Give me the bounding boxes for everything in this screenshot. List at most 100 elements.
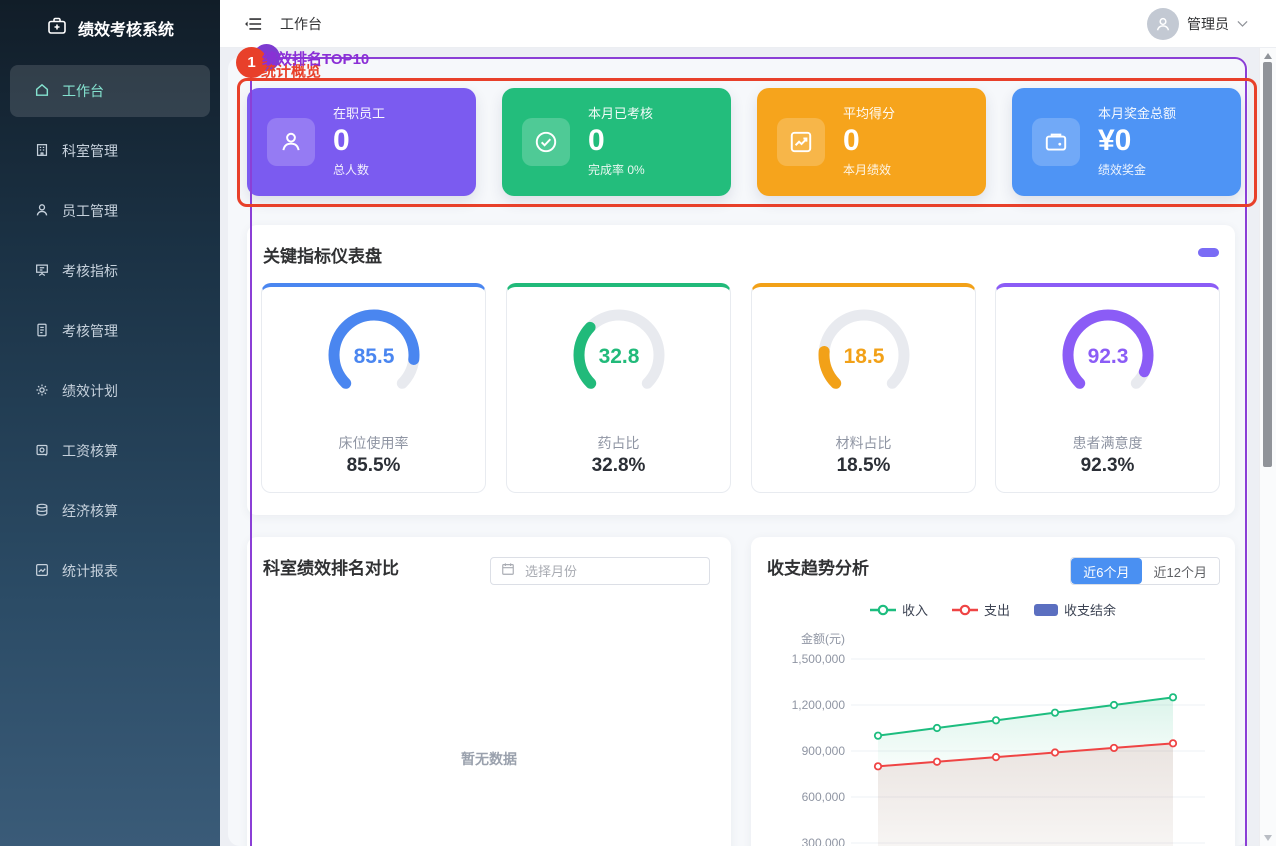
chevron-down-icon (1237, 15, 1248, 33)
stat-title: 平均得分 (843, 103, 978, 122)
calendar-icon (501, 562, 515, 581)
sidebar-item-label: 绩效计划 (62, 381, 118, 401)
stat-title: 在职员工 (333, 103, 468, 122)
stat-card-bonus: 本月奖金总额 ¥0 绩效奖金 (1012, 88, 1241, 196)
gear-icon (34, 382, 50, 401)
stat-title: 本月已考核 (588, 103, 723, 122)
building-icon (34, 142, 50, 161)
stat-value: 0 (588, 125, 723, 157)
app-logo: 绩效考核系统 (0, 0, 220, 56)
range-6-months-button[interactable]: 近6个月 (1071, 558, 1141, 584)
user-menu[interactable]: 管理员 (1147, 8, 1248, 40)
empty-state-text: 暂无数据 (247, 749, 731, 769)
sidebar-item-label: 考核管理 (62, 321, 118, 341)
svg-text:900,000: 900,000 (802, 744, 846, 758)
gauge-percent: 92.3% (996, 455, 1219, 477)
legend-label: 收入 (902, 600, 928, 619)
gauge-card-bed-usage: 85.5 床位使用率 85.5% (261, 283, 486, 493)
legend-item[interactable]: 收支结余 (1034, 600, 1116, 619)
stat-subtitle: 总人数 (333, 161, 468, 178)
database-icon (34, 502, 50, 521)
gauge-card-patient-satisfaction: 92.3 患者满意度 92.3% (995, 283, 1220, 493)
svg-text:85.5: 85.5 (353, 345, 394, 368)
trend-line-chart: 金额(元)1,500,0001,200,000900,000600,000300… (751, 630, 1235, 846)
avatar (1147, 8, 1179, 40)
stat-value: ¥0 (1098, 125, 1233, 157)
income-expense-trend-panel: 收支趋势分析 近6个月 近12个月 收入支出收支结余 金额(元)1,500,00… (751, 537, 1235, 846)
svg-text:18.5: 18.5 (843, 345, 884, 368)
gauge-label: 患者满意度 (996, 433, 1219, 453)
month-picker[interactable] (490, 557, 710, 585)
svg-text:1,200,000: 1,200,000 (792, 698, 846, 712)
scroll-down-arrow[interactable] (1264, 835, 1272, 841)
sidebar-item-salary[interactable]: 工资核算 (10, 431, 210, 471)
stat-title: 本月奖金总额 (1098, 103, 1233, 122)
svg-text:32.8: 32.8 (598, 345, 639, 368)
app-title: 绩效考核系统 (78, 16, 174, 40)
svg-text:600,000: 600,000 (802, 790, 846, 804)
gauge-chart: 92.3 (1048, 303, 1168, 403)
sidebar-item-label: 工作台 (62, 81, 104, 101)
sidebar-item-label: 统计报表 (62, 561, 118, 581)
sidebar-menu: 工作台 科室管理 员工管理 考核指标 考核管理 绩效计划 (10, 65, 210, 611)
sidebar: 绩效考核系统 工作台 科室管理 员工管理 考核指标 考核管理 (0, 0, 220, 846)
sidebar-item-employees[interactable]: 员工管理 (10, 191, 210, 231)
sidebar-item-reports[interactable]: 统计报表 (10, 551, 210, 591)
gauge-chart: 85.5 (314, 303, 434, 403)
breadcrumb: 工作台 (280, 14, 322, 34)
sidebar-item-departments[interactable]: 科室管理 (10, 131, 210, 171)
gauge-chart: 18.5 (804, 303, 924, 403)
sidebar-item-label: 工资核算 (62, 441, 118, 461)
gauge-label: 药占比 (507, 433, 730, 453)
svg-text:92.3: 92.3 (1087, 345, 1128, 368)
sidebar-item-economics[interactable]: 经济核算 (10, 491, 210, 531)
report-chart-icon (34, 562, 50, 581)
kpi-gauge-panel: 关键指标仪表盘 85.5 床位使用率 85.5% 32.8 药占比 32.8% (247, 225, 1235, 515)
panel-title: 科室绩效排名对比 (263, 554, 399, 579)
sidebar-item-kpi[interactable]: 考核指标 (10, 251, 210, 291)
stat-card-average-score: 平均得分 0 本月绩效 (757, 88, 986, 196)
home-icon (34, 82, 50, 101)
performance-appraisal-dashboard: 绩效考核系统 工作台 科室管理 员工管理 考核指标 考核管理 (0, 0, 1276, 846)
gauge-label: 材料占比 (752, 433, 975, 453)
svg-text:金额(元): 金额(元) (801, 631, 845, 646)
stat-value: 0 (843, 125, 978, 157)
collapse-menu-icon[interactable] (244, 15, 262, 33)
trend-icon (777, 118, 825, 166)
purple-pill-icon (1198, 248, 1219, 257)
scroll-up-arrow[interactable] (1264, 53, 1272, 59)
legend-label: 收支结余 (1064, 600, 1116, 619)
department-ranking-panel: 科室绩效排名对比 暂无数据 (247, 537, 731, 846)
user-name: 管理员 (1187, 14, 1229, 34)
gauge-chart: 32.8 (559, 303, 679, 403)
range-12-months-button[interactable]: 近12个月 (1142, 558, 1219, 584)
gauge-card-material-ratio: 18.5 材料占比 18.5% (751, 283, 976, 493)
sidebar-item-label: 考核指标 (62, 261, 118, 281)
gauge-card-drug-ratio: 32.8 药占比 32.8% (506, 283, 731, 493)
legend-item[interactable]: 收入 (870, 600, 928, 619)
stat-subtitle: 本月绩效 (843, 161, 978, 178)
month-picker-input[interactable] (523, 563, 699, 580)
gauge-percent: 18.5% (752, 455, 975, 477)
scrollbar-thumb[interactable] (1263, 62, 1272, 467)
range-toggle-group: 近6个月 近12个月 (1070, 557, 1220, 585)
legend-item[interactable]: 支出 (952, 600, 1010, 619)
legend-label: 支出 (984, 600, 1010, 619)
vertical-scrollbar (1259, 48, 1276, 846)
sidebar-item-label: 经济核算 (62, 501, 118, 521)
board-icon (34, 262, 50, 281)
svg-text:1,500,000: 1,500,000 (792, 652, 846, 666)
sidebar-item-workbench[interactable]: 工作台 (10, 65, 210, 117)
gauge-label: 床位使用率 (262, 433, 485, 453)
top-header: 工作台 管理员 (220, 0, 1276, 48)
sidebar-item-assessment[interactable]: 考核管理 (10, 311, 210, 351)
annotation-label-purple: 绩效排名TOP10 (262, 48, 369, 69)
stat-subtitle: 绩效奖金 (1098, 161, 1233, 178)
salary-icon (34, 442, 50, 461)
stat-card-employees: 在职员工 0 总人数 (247, 88, 476, 196)
user-icon (34, 202, 50, 221)
chart-legend: 收入 支出 收支结余 (751, 600, 1235, 619)
sidebar-item-plan[interactable]: 绩效计划 (10, 371, 210, 411)
gauge-percent: 32.8% (507, 455, 730, 477)
stat-value: 0 (333, 125, 468, 157)
